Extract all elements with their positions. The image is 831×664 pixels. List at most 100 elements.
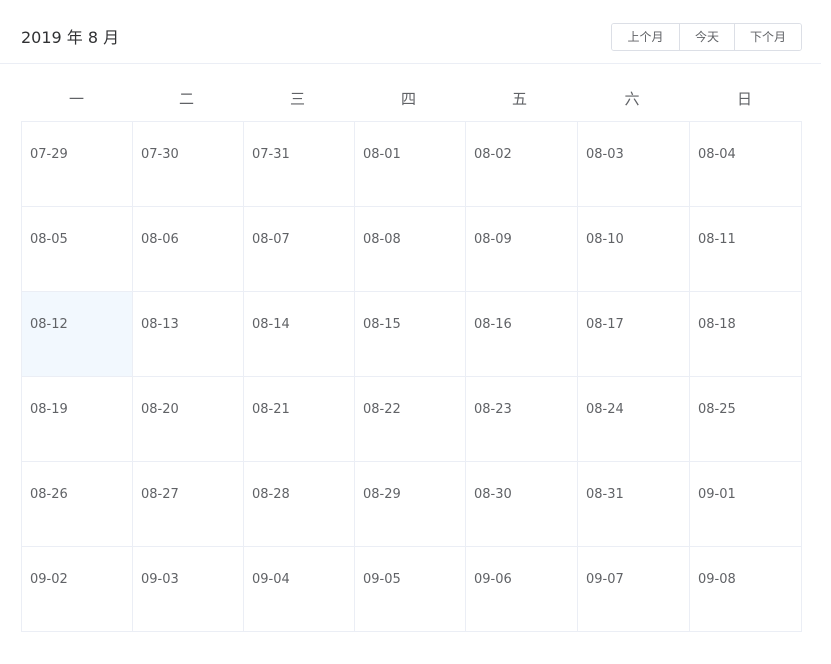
calendar-week-row: 08-19 08-20 08-21 08-22 08-23 08-24 08-25 [21, 376, 802, 462]
calendar-day-label: 08-30 [474, 487, 512, 502]
calendar-week-row: 08-05 08-06 08-07 08-08 08-09 08-10 08-11 [21, 206, 802, 292]
calendar-day-cell[interactable]: 08-10 [577, 206, 690, 292]
calendar-day-label: 08-24 [586, 402, 624, 417]
calendar-day-label: 09-02 [30, 572, 68, 587]
calendar-day-label: 08-03 [586, 147, 624, 162]
calendar-grid: 07-29 07-30 07-31 08-01 08-02 08-03 08-04 08-05… [21, 121, 802, 632]
weekday-fri: 五 [511, 90, 527, 108]
weekday-header-row: 一 二 三 四 五 六 日 [21, 88, 801, 110]
calendar-day-label: 08-09 [474, 232, 512, 247]
weekday-sun: 日 [736, 90, 752, 108]
calendar-day-label: 08-12 [30, 317, 68, 332]
calendar-day-label: 09-01 [698, 487, 736, 502]
calendar-day-cell[interactable]: 09-01 [689, 461, 802, 547]
calendar-day-cell[interactable]: 08-22 [354, 376, 466, 462]
calendar-title: 2019 年 8 月 [21, 28, 120, 47]
today-button[interactable]: 今天 [679, 24, 734, 50]
calendar-day-label: 07-31 [252, 147, 290, 162]
calendar-day-cell[interactable]: 07-29 [21, 121, 133, 207]
calendar-week-row: 08-26 08-27 08-28 08-29 08-30 08-31 09-01 [21, 461, 802, 547]
calendar-day-label: 08-02 [474, 147, 512, 162]
calendar-day-label: 08-10 [586, 232, 624, 247]
calendar-day-cell[interactable]: 08-08 [354, 206, 466, 292]
calendar-week-row: 08-12 08-13 08-14 08-15 08-16 08-17 08-18 [21, 291, 802, 377]
calendar-day-label: 08-25 [698, 402, 736, 417]
calendar-day-label: 08-29 [363, 487, 401, 502]
calendar-day-cell[interactable]: 08-06 [132, 206, 244, 292]
calendar-day-cell[interactable]: 08-02 [465, 121, 578, 207]
calendar-day-cell[interactable]: 09-07 [577, 546, 690, 632]
calendar-day-label: 09-05 [363, 572, 401, 587]
weekday-tue: 二 [178, 90, 194, 108]
calendar-day-cell[interactable]: 08-23 [465, 376, 578, 462]
calendar-day-cell[interactable]: 07-31 [243, 121, 355, 207]
calendar-day-label: 08-05 [30, 232, 68, 247]
calendar-day-cell[interactable]: 08-24 [577, 376, 690, 462]
calendar-day-cell[interactable]: 09-06 [465, 546, 578, 632]
calendar-day-cell[interactable]: 08-04 [689, 121, 802, 207]
calendar-day-label: 07-29 [30, 147, 68, 162]
calendar-week-row: 09-02 09-03 09-04 09-05 09-06 09-07 09-08 [21, 546, 802, 632]
calendar-day-cell[interactable]: 09-03 [132, 546, 244, 632]
calendar-day-cell[interactable]: 08-18 [689, 291, 802, 377]
calendar-day-cell[interactable]: 08-12 [21, 291, 133, 377]
calendar-day-cell[interactable]: 08-30 [465, 461, 578, 547]
calendar-day-cell[interactable]: 08-15 [354, 291, 466, 377]
calendar-day-cell[interactable]: 08-26 [21, 461, 133, 547]
calendar-day-cell[interactable]: 08-17 [577, 291, 690, 377]
calendar-day-label: 08-07 [252, 232, 290, 247]
calendar-day-label: 08-15 [363, 317, 401, 332]
month-nav-button-group: 上个月 今天 下个月 [611, 23, 802, 51]
prev-month-button[interactable]: 上个月 [612, 24, 679, 50]
calendar-day-cell[interactable]: 08-14 [243, 291, 355, 377]
calendar-day-label: 07-30 [141, 147, 179, 162]
calendar-day-label: 08-27 [141, 487, 179, 502]
calendar-day-cell[interactable]: 09-04 [243, 546, 355, 632]
calendar-day-label: 08-22 [363, 402, 401, 417]
calendar-day-label: 08-01 [363, 147, 401, 162]
calendar-day-cell[interactable]: 09-05 [354, 546, 466, 632]
calendar-day-label: 09-07 [586, 572, 624, 587]
calendar-day-cell[interactable]: 08-11 [689, 206, 802, 292]
calendar-day-label: 08-18 [698, 317, 736, 332]
calendar-day-label: 08-20 [141, 402, 179, 417]
calendar-day-cell[interactable]: 08-20 [132, 376, 244, 462]
calendar-day-cell[interactable]: 09-08 [689, 546, 802, 632]
calendar-day-label: 09-08 [698, 572, 736, 587]
calendar-day-cell[interactable]: 08-07 [243, 206, 355, 292]
calendar-week-row: 07-29 07-30 07-31 08-01 08-02 08-03 08-04 [21, 121, 802, 207]
calendar-day-cell[interactable]: 09-02 [21, 546, 133, 632]
calendar-day-label: 09-04 [252, 572, 290, 587]
calendar-day-label: 08-28 [252, 487, 290, 502]
weekday-mon: 一 [68, 90, 84, 108]
calendar-day-label: 09-06 [474, 572, 512, 587]
calendar-day-label: 08-16 [474, 317, 512, 332]
calendar-day-cell[interactable]: 08-09 [465, 206, 578, 292]
calendar-day-cell[interactable]: 08-27 [132, 461, 244, 547]
calendar-day-label: 08-26 [30, 487, 68, 502]
calendar-day-cell[interactable]: 08-31 [577, 461, 690, 547]
calendar-day-cell[interactable]: 08-13 [132, 291, 244, 377]
calendar-day-cell[interactable]: 07-30 [132, 121, 244, 207]
calendar-day-label: 08-13 [141, 317, 179, 332]
calendar-day-cell[interactable]: 08-16 [465, 291, 578, 377]
calendar-day-label: 08-11 [698, 232, 736, 247]
calendar-day-cell[interactable]: 08-25 [689, 376, 802, 462]
calendar-day-cell[interactable]: 08-28 [243, 461, 355, 547]
calendar-day-cell[interactable]: 08-03 [577, 121, 690, 207]
calendar-day-label: 08-23 [474, 402, 512, 417]
calendar-day-cell[interactable]: 08-29 [354, 461, 466, 547]
calendar-day-label: 08-14 [252, 317, 290, 332]
calendar-day-label: 08-06 [141, 232, 179, 247]
calendar-day-label: 08-08 [363, 232, 401, 247]
weekday-thu: 四 [400, 90, 416, 108]
calendar-day-cell[interactable]: 08-19 [21, 376, 133, 462]
calendar-day-cell[interactable]: 08-21 [243, 376, 355, 462]
calendar-day-cell[interactable]: 08-05 [21, 206, 133, 292]
calendar-day-label: 08-17 [586, 317, 624, 332]
calendar-day-label: 09-03 [141, 572, 179, 587]
next-month-button[interactable]: 下个月 [734, 24, 801, 50]
calendar-day-label: 08-21 [252, 402, 290, 417]
calendar-header: 2019 年 8 月 上个月 今天 下个月 [0, 0, 821, 64]
calendar-day-cell[interactable]: 08-01 [354, 121, 466, 207]
